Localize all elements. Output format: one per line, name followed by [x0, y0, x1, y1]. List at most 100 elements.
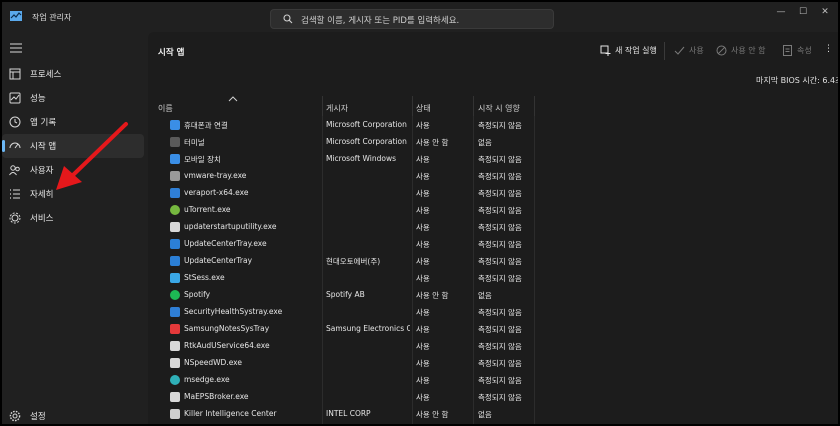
status-cell: 사용	[416, 121, 430, 130]
impact-cell: 측정되지 않음	[478, 121, 522, 130]
status-cell: 사용	[416, 376, 430, 385]
column-header-impact[interactable]: 시작 시 영향	[478, 103, 520, 114]
app-name-cell: 모바일 장치	[184, 155, 221, 164]
status-cell: 사용 안 함	[416, 138, 449, 147]
services-icon	[9, 212, 21, 224]
toolbar-divider	[664, 42, 665, 60]
column-header-publisher[interactable]: 게시자	[326, 103, 348, 114]
status-cell: 사용	[416, 393, 430, 402]
sidebar-item-settings[interactable]: 설정	[2, 404, 144, 424]
table-row[interactable]: 휴대폰과 연결 Microsoft Corporation 사용 측정되지 않음	[148, 117, 838, 134]
generic-app-icon	[170, 392, 180, 402]
generic-app-icon	[170, 341, 180, 351]
impact-cell: 측정되지 않음	[478, 155, 522, 164]
column-divider[interactable]	[534, 96, 535, 116]
publisher-cell: Samsung Electronics C...	[326, 324, 410, 333]
security-shield-icon	[170, 307, 180, 317]
column-header-status[interactable]: 상태	[416, 103, 431, 114]
bios-time: 마지막 BIOS 시간: 6.4초	[756, 75, 838, 86]
task-manager-icon	[10, 11, 22, 21]
table-row[interactable]: uTorrent.exe 사용 측정되지 않음	[148, 202, 838, 219]
title-bar: 작업 관리자 검색할 이름, 게시자 또는 PID를 입력하세요. — ☐ ✕	[2, 2, 838, 32]
table-row[interactable]: NSpeedWD.exe 사용 측정되지 않음	[148, 355, 838, 372]
impact-cell: 측정되지 않음	[478, 342, 522, 351]
close-button[interactable]: ✕	[818, 6, 832, 18]
killer-icon	[170, 409, 180, 419]
publisher-cell: Microsoft Windows	[326, 154, 396, 163]
status-cell: 사용	[416, 206, 430, 215]
sidebar-item-label: 프로세스	[30, 70, 62, 80]
status-cell: 사용 안 함	[416, 291, 449, 300]
table-row[interactable]: Killer Intelligence Center INTEL CORP 사용 안…	[148, 406, 838, 423]
table-row[interactable]: StSess.exe 사용 측정되지 않음	[148, 270, 838, 287]
update-center-icon	[170, 239, 180, 249]
more-options-icon: ⋮	[824, 44, 833, 54]
search-input[interactable]: 검색할 이름, 게시자 또는 PID를 입력하세요.	[270, 9, 554, 29]
table-row[interactable]: UpdateCenterTray.exe 사용 측정되지 않음	[148, 236, 838, 253]
publisher-cell: INTEL CORP	[326, 409, 371, 418]
sidebar-item-performance[interactable]: 성능	[2, 86, 144, 110]
app-name-cell: SamsungNotesSysTray	[184, 324, 270, 333]
table-row[interactable]: 터미널 Microsoft Corporation 사용 안 함 없음	[148, 134, 838, 151]
impact-cell: 측정되지 않음	[478, 359, 522, 368]
table-row[interactable]: Spotify Spotify AB 사용 안 함 없음	[148, 287, 838, 304]
sidebar: 프로세스 성능 앱 기록 시작 앱 사용자 자세히 서비스 설정	[2, 32, 148, 424]
enable-label: 사용	[689, 46, 704, 55]
table-row[interactable]: UpdateCenterTray 현대오토에버(주) 사용 측정되지 않음	[148, 253, 838, 270]
table-row[interactable]: vmware-tray.exe 사용 측정되지 않음	[148, 168, 838, 185]
impact-cell: 측정되지 않음	[478, 240, 522, 249]
column-divider[interactable]	[322, 96, 323, 116]
app-history-icon	[9, 116, 21, 128]
app-name-cell: MaEPSBroker.exe	[184, 392, 249, 401]
table-row[interactable]: SecurityHealthSystray.exe 사용 측정되지 않음	[148, 304, 838, 321]
app-name-cell: RtkAudUService64.exe	[184, 341, 270, 350]
table-row[interactable]: RtkAudUService64.exe 사용 측정되지 않음	[148, 338, 838, 355]
status-cell: 사용	[416, 223, 430, 232]
status-cell: 사용	[416, 325, 430, 334]
vmware-icon	[170, 171, 180, 181]
status-cell: 사용	[416, 257, 430, 266]
column-divider[interactable]	[473, 96, 474, 116]
stsess-icon	[170, 273, 180, 283]
table-row[interactable]: MaEPSBroker.exe 사용 측정되지 않음	[148, 389, 838, 406]
status-cell: 사용	[416, 308, 430, 317]
table-row[interactable]: msedge.exe 사용 측정되지 않음	[148, 372, 838, 389]
impact-cell: 측정되지 않음	[478, 274, 522, 283]
hamburger-menu-icon[interactable]	[10, 43, 22, 53]
column-divider[interactable]	[412, 96, 413, 116]
impact-cell: 없음	[478, 138, 492, 147]
page-title: 시작 앱	[158, 48, 185, 58]
sidebar-item-processes[interactable]: 프로세스	[2, 62, 144, 86]
app-name-cell: uTorrent.exe	[184, 205, 231, 214]
impact-cell: 측정되지 않음	[478, 376, 522, 385]
utorrent-icon	[170, 205, 180, 215]
table-header: 이름 게시자 상태 시작 시 영향	[148, 96, 838, 116]
main-panel: 시작 앱 새 작업 실행 사용 사용 안 함 속성 ⋮ 마지막 BIOS 시간:…	[148, 32, 838, 424]
table-row[interactable]: updaterstartuputility.exe 사용 측정되지 않음	[148, 219, 838, 236]
sidebar-item-services[interactable]: 서비스	[2, 206, 144, 230]
status-cell: 사용	[416, 274, 430, 283]
app-name-cell: SecurityHealthSystray.exe	[184, 307, 283, 316]
maximize-button[interactable]: ☐	[796, 6, 810, 18]
samsung-notes-icon	[170, 324, 180, 334]
impact-cell: 측정되지 않음	[478, 308, 522, 317]
active-indicator	[2, 140, 5, 152]
column-header-name[interactable]: 이름	[158, 103, 173, 114]
app-name-cell: Spotify	[184, 290, 211, 299]
bios-time-value: 6.4초	[822, 76, 838, 85]
impact-cell: 측정되지 않음	[478, 206, 522, 215]
publisher-cell: Microsoft Corporation	[326, 120, 407, 129]
impact-cell: 측정되지 않음	[478, 172, 522, 181]
generic-app-icon	[170, 358, 180, 368]
app-name-cell: NSpeedWD.exe	[184, 358, 243, 367]
generic-app-icon	[170, 222, 180, 232]
publisher-cell: Spotify AB	[326, 290, 365, 299]
table-row[interactable]: SamsungNotesSysTray Samsung Electronics C…	[148, 321, 838, 338]
table-row[interactable]: 모바일 장치 Microsoft Windows 사용 측정되지 않음	[148, 151, 838, 168]
table-row[interactable]: veraport-x64.exe 사용 측정되지 않음	[148, 185, 838, 202]
minimize-button[interactable]: —	[774, 6, 788, 18]
app-name-cell: 휴대폰과 연결	[184, 121, 228, 130]
sidebar-item-label: 성능	[30, 94, 46, 104]
impact-cell: 측정되지 않음	[478, 393, 522, 402]
app-name-cell: veraport-x64.exe	[184, 188, 249, 197]
